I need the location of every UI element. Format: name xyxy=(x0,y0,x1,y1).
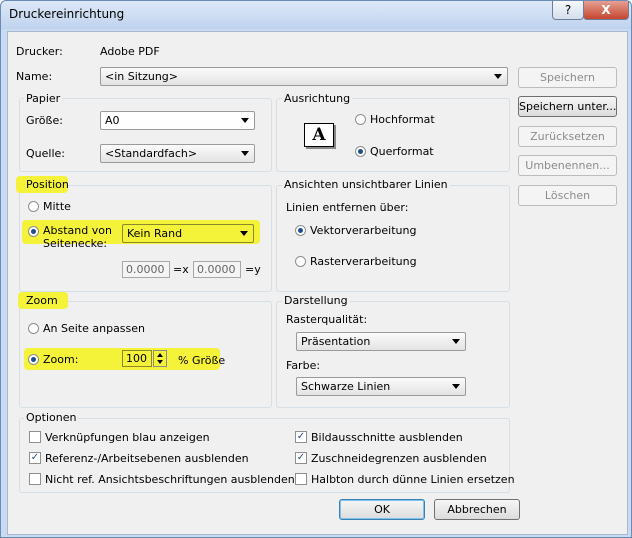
vector-radio[interactable] xyxy=(295,225,306,236)
option-label: Zuschneidegrenzen ausblenden xyxy=(311,452,487,465)
ok-button[interactable]: OK xyxy=(339,499,425,520)
orientation-group-title: Ausrichtung xyxy=(282,92,353,105)
center-label: Mitte xyxy=(43,200,71,213)
color-label: Farbe: xyxy=(286,359,321,372)
help-button[interactable]: ? xyxy=(552,1,584,20)
printer-value: Adobe PDF xyxy=(100,45,160,58)
window-title: Druckereinrichtung xyxy=(9,7,125,21)
chevron-down-icon xyxy=(452,384,460,389)
hidden-lines-group-title: Ansichten unsichtbarer Linien xyxy=(282,178,450,191)
offset-label-line1: Abstand von xyxy=(43,224,112,237)
percent-label: % Größe xyxy=(178,354,226,367)
offset-y-suffix: =y xyxy=(245,263,261,276)
option-label: Bildausschnitte ausblenden xyxy=(311,431,463,444)
title-bar: Druckereinrichtung ? X xyxy=(1,1,631,29)
chevron-down-icon xyxy=(452,339,460,344)
chevron-down-icon xyxy=(241,118,249,123)
paper-size-label: Größe: xyxy=(26,114,63,127)
zoom-spinner[interactable] xyxy=(153,350,167,367)
color-dropdown[interactable]: Schwarze Linien xyxy=(296,377,466,396)
cancel-button[interactable]: Abbrechen xyxy=(434,499,520,520)
name-label: Name: xyxy=(16,70,53,83)
color-value: Schwarze Linien xyxy=(301,380,391,393)
portrait-label: Hochformat xyxy=(370,113,435,126)
option-label: Verknüpfungen blau anzeigen xyxy=(45,431,210,444)
paper-source-label: Quelle: xyxy=(26,147,65,160)
fit-page-radio[interactable] xyxy=(28,323,39,334)
raster-radio[interactable] xyxy=(295,256,306,267)
landscape-label: Querformat xyxy=(370,145,434,158)
name-dropdown[interactable]: <in Sitzung> xyxy=(100,67,508,86)
remove-lines-label: Linien entfernen über: xyxy=(286,201,409,214)
rename-button[interactable]: Umbenennen... xyxy=(518,155,617,176)
raster-quality-dropdown[interactable]: Präsentation xyxy=(296,332,466,351)
offset-dropdown-value: Kein Rand xyxy=(127,227,183,240)
delete-button[interactable]: Löschen xyxy=(518,185,617,206)
close-button[interactable]: X xyxy=(583,1,629,20)
paper-size-dropdown[interactable]: A0 xyxy=(100,111,255,130)
options-group-title: Optionen xyxy=(24,411,79,424)
dialog-window: Druckereinrichtung ? X Drucker: Adobe PD… xyxy=(0,0,632,538)
offset-x-input[interactable]: 0.0000 r xyxy=(122,261,170,278)
option-label: Nicht ref. Ansichtsbeschriftungen ausble… xyxy=(45,473,295,486)
spinner-down-icon[interactable] xyxy=(157,360,163,364)
checkbox-halftone-thin-lines[interactable] xyxy=(295,473,307,485)
zoom-input[interactable]: 100 xyxy=(122,350,152,367)
landscape-radio[interactable] xyxy=(355,146,366,157)
name-dropdown-value: <in Sitzung> xyxy=(105,70,179,83)
dialog-body: Drucker: Adobe PDF Name: <in Sitzung> Sp… xyxy=(7,31,628,535)
portrait-radio[interactable] xyxy=(355,114,366,125)
chevron-down-icon xyxy=(240,231,248,236)
paper-source-dropdown[interactable]: <Standardfach> xyxy=(100,144,255,163)
chevron-down-icon xyxy=(241,151,249,156)
raster-label: Rasterverarbeitung xyxy=(310,255,417,268)
raster-quality-value: Präsentation xyxy=(301,335,371,348)
spinner-up-icon[interactable] xyxy=(157,353,163,357)
paper-source-value: <Standardfach> xyxy=(105,147,198,160)
vector-label: Vektorverarbeitung xyxy=(310,224,417,237)
landscape-orientation-icon: A xyxy=(304,123,334,147)
chevron-down-icon xyxy=(494,74,502,79)
paper-group-title: Papier xyxy=(24,92,63,105)
zoom-group-title: Zoom xyxy=(26,294,58,307)
appearance-group-title: Darstellung xyxy=(282,294,350,307)
checkbox-crop-boundaries[interactable]: ✓ xyxy=(295,452,307,464)
option-label: Referenz-/Arbeitsebenen ausblenden xyxy=(45,452,249,465)
offset-radio[interactable] xyxy=(28,226,39,237)
center-radio[interactable] xyxy=(28,201,39,212)
printer-label: Drucker: xyxy=(16,45,63,58)
position-group-title: Position xyxy=(26,178,69,191)
offset-dropdown[interactable]: Kein Rand xyxy=(122,224,254,243)
zoom-radio[interactable] xyxy=(28,354,39,365)
option-label: Halbton durch dünne Linien ersetzen xyxy=(311,473,515,486)
paper-size-value: A0 xyxy=(105,114,120,127)
checkbox-scope-boxes[interactable]: ✓ xyxy=(295,431,307,443)
zoom-label: Zoom: xyxy=(43,353,79,366)
offset-x-suffix: =x xyxy=(173,263,189,276)
checkbox-links-blue[interactable] xyxy=(29,431,41,443)
offset-y-input[interactable]: 0.0000 r xyxy=(193,261,241,278)
reset-button[interactable]: Zurücksetzen xyxy=(518,126,617,147)
save-as-button[interactable]: Speichern unter... xyxy=(518,96,617,117)
checkbox-ref-planes[interactable]: ✓ xyxy=(29,452,41,464)
offset-label-line2: Seitenecke: xyxy=(43,237,108,250)
fit-page-label: An Seite anpassen xyxy=(43,322,146,335)
checkbox-unref-view-tags[interactable] xyxy=(29,473,41,485)
raster-quality-label: Rasterqualität: xyxy=(286,313,368,326)
save-button[interactable]: Speichern xyxy=(518,67,617,88)
